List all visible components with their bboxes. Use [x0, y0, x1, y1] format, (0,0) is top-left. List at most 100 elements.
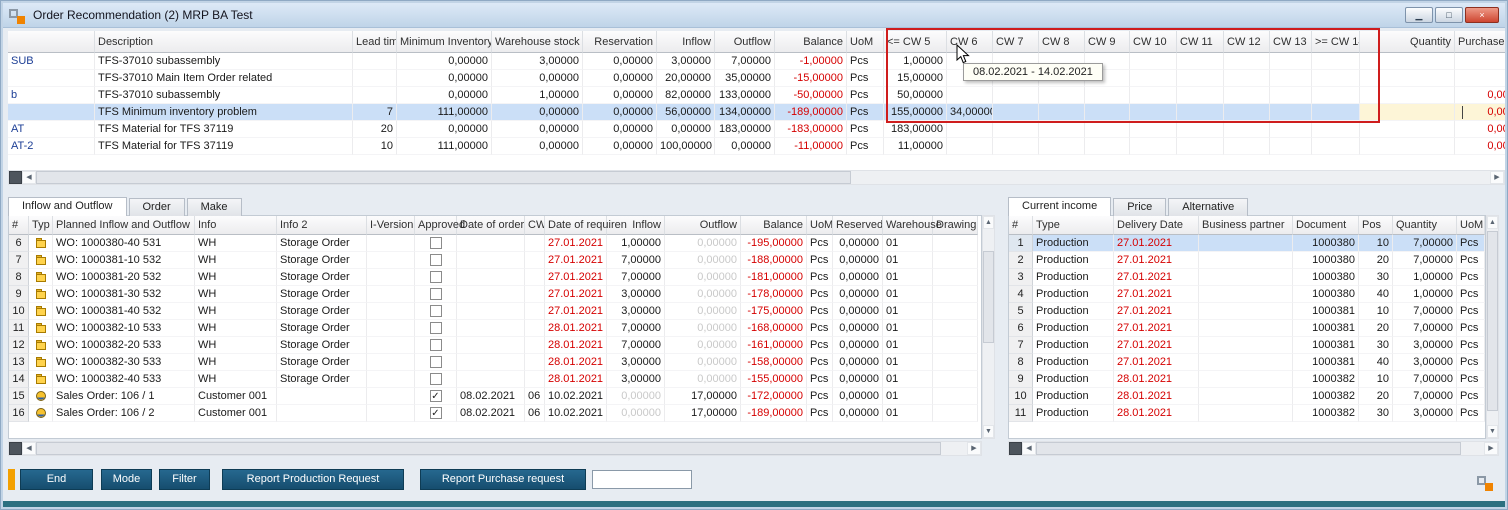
cell-document: 1000380: [1293, 235, 1359, 252]
cell-cw10: [1130, 138, 1177, 155]
current-income-row[interactable]: 1Production27.01.20211000380107,00000Pcs: [1009, 235, 1485, 252]
inflow-outflow-row[interactable]: 10WO: 1000381-40 532WHStorage Order27.01…: [9, 303, 978, 320]
item-row[interactable]: ATTFS Material for TFS 37119200,000000,0…: [8, 121, 1505, 138]
cell-date_of_order: [457, 320, 525, 337]
inflow-outflow-row[interactable]: 11WO: 1000382-10 533WHStorage Order28.01…: [9, 320, 978, 337]
tab-order[interactable]: Order: [129, 198, 185, 216]
cell-inflow: 3,00000: [607, 286, 665, 303]
scroll-up-icon[interactable]: ▲: [983, 216, 994, 229]
current-income-row[interactable]: 10Production28.01.20211000382207,00000Pc…: [1009, 388, 1485, 405]
current-income-row[interactable]: 7Production27.01.20211000381303,00000Pcs: [1009, 337, 1485, 354]
inflow-outflow-row[interactable]: 15Sales Order: 106 / 1Customer 001✓08.02…: [9, 388, 978, 405]
cell-uom: Pcs: [1457, 354, 1485, 371]
scroll-left-icon[interactable]: ◀: [22, 442, 36, 455]
approved-checkbox[interactable]: [430, 237, 442, 249]
minimize-button[interactable]: ▁: [1405, 7, 1433, 23]
cell-typ: [29, 388, 53, 405]
scrollbar-thumb[interactable]: [1487, 231, 1498, 411]
item-row[interactable]: TFS Minimum inventory problem7111,000000…: [8, 104, 1505, 121]
current-income-row[interactable]: 8Production27.01.20211000381403,00000Pcs: [1009, 354, 1485, 371]
scroll-left-icon[interactable]: ◀: [22, 171, 36, 184]
report-purchase-request-button[interactable]: Report Purchase request: [420, 469, 586, 490]
item-overview-grid: DescriptionLead timeMinimum InventoryWar…: [8, 31, 1505, 170]
current-income-row[interactable]: 2Production27.01.20211000380207,00000Pcs: [1009, 252, 1485, 269]
item-row[interactable]: TFS-37010 Main Item Order related0,00000…: [8, 70, 1505, 87]
scroll-right-icon[interactable]: ▶: [967, 442, 981, 455]
cell-outflow: 0,00000: [665, 320, 741, 337]
approved-checkbox[interactable]: [430, 254, 442, 266]
tab-make[interactable]: Make: [187, 198, 242, 216]
scrollbar-track[interactable]: [1487, 229, 1498, 425]
approved-checkbox[interactable]: ✓: [430, 407, 442, 419]
item-row[interactable]: SUBTFS-37010 subassembly0,000003,000000,…: [8, 53, 1505, 70]
approved-checkbox[interactable]: [430, 288, 442, 300]
cell-planned: WO: 1000381-30 532: [53, 286, 195, 303]
item-row[interactable]: AT-2TFS Material for TFS 3711910111,0000…: [8, 138, 1505, 155]
approved-checkbox[interactable]: [430, 339, 442, 351]
footer-input[interactable]: [592, 470, 692, 489]
cell-uom: Pcs: [1457, 388, 1485, 405]
inflow-outflow-row[interactable]: 9WO: 1000381-30 532WHStorage Order27.01.…: [9, 286, 978, 303]
current-income-row[interactable]: 3Production27.01.20211000380301,00000Pcs: [1009, 269, 1485, 286]
cell-balance: -172,00000: [741, 388, 807, 405]
tab-alternative[interactable]: Alternative: [1168, 198, 1248, 216]
left-vertical-scrollbar: ▲ ▼: [982, 215, 995, 439]
cell-type: Production: [1033, 405, 1114, 422]
grid-splitter[interactable]: [9, 171, 22, 184]
mode-button[interactable]: Mode: [101, 469, 152, 490]
current-income-row[interactable]: 4Production27.01.20211000380401,00000Pcs: [1009, 286, 1485, 303]
scrollbar-track[interactable]: [983, 229, 994, 425]
grid-splitter[interactable]: [1009, 442, 1022, 455]
inflow-outflow-row[interactable]: 13WO: 1000382-30 533WHStorage Order28.01…: [9, 354, 978, 371]
current-income-row[interactable]: 11Production28.01.20211000382303,00000Pc…: [1009, 405, 1485, 422]
scrollbar-thumb[interactable]: [1036, 442, 1461, 455]
approved-checkbox[interactable]: [430, 322, 442, 334]
maximize-button[interactable]: □: [1435, 7, 1463, 23]
filter-button[interactable]: Filter: [159, 469, 210, 490]
scroll-down-icon[interactable]: ▼: [1487, 425, 1498, 438]
current-income-row[interactable]: 6Production27.01.20211000381207,00000Pcs: [1009, 320, 1485, 337]
scroll-up-icon[interactable]: ▲: [1487, 216, 1498, 229]
tab-current-income[interactable]: Current income: [1008, 197, 1111, 216]
scroll-right-icon[interactable]: ▶: [1490, 171, 1504, 184]
approved-checkbox[interactable]: [430, 305, 442, 317]
cell-quantity: 3,00000: [1393, 354, 1457, 371]
tab-inflow-and-outflow[interactable]: Inflow and Outflow: [8, 197, 127, 216]
end-button[interactable]: End: [20, 469, 93, 490]
scrollbar-thumb[interactable]: [983, 251, 994, 343]
cell-outflow: 0,00000: [715, 138, 775, 155]
approved-checkbox[interactable]: [430, 356, 442, 368]
scroll-left-icon[interactable]: ◀: [1022, 442, 1036, 455]
scrollbar-track[interactable]: [1036, 442, 1484, 455]
item-row[interactable]: bTFS-37010 subassembly0,000001,000000,00…: [8, 87, 1505, 104]
column-header-document: Document: [1293, 216, 1359, 235]
cell-outflow: 0,00000: [665, 354, 741, 371]
approved-checkbox[interactable]: ✓: [430, 390, 442, 402]
scrollbar-thumb[interactable]: [36, 442, 941, 455]
approved-checkbox[interactable]: [430, 271, 442, 283]
inflow-outflow-row[interactable]: 14WO: 1000382-40 533WHStorage Order28.01…: [9, 371, 978, 388]
current-income-row[interactable]: 9Production28.01.20211000382107,00000Pcs: [1009, 371, 1485, 388]
report-production-request-button[interactable]: Report Production Request: [222, 469, 404, 490]
cell-cw12: [1224, 70, 1270, 87]
scrollbar-track[interactable]: [36, 171, 1490, 184]
work-order-icon: [35, 339, 47, 351]
approved-checkbox[interactable]: [430, 373, 442, 385]
inflow-outflow-row[interactable]: 8WO: 1000381-20 532WHStorage Order27.01.…: [9, 269, 978, 286]
inflow-outflow-row[interactable]: 16Sales Order: 106 / 2Customer 001✓08.02…: [9, 405, 978, 422]
inflow-outflow-row[interactable]: 7WO: 1000381-10 532WHStorage Order27.01.…: [9, 252, 978, 269]
inflow-outflow-row[interactable]: 6WO: 1000380-40 531WHStorage Order27.01.…: [9, 235, 978, 252]
scrollbar-thumb[interactable]: [36, 171, 851, 184]
cell-description: TFS Minimum inventory problem: [95, 104, 353, 121]
scroll-down-icon[interactable]: ▼: [983, 425, 994, 438]
grid-splitter[interactable]: [9, 442, 22, 455]
cell-description: TFS-37010 Main Item Order related: [95, 70, 353, 87]
current-income-row[interactable]: 5Production27.01.20211000381107,00000Pcs: [1009, 303, 1485, 320]
column-header-cw-10: CW 10: [1130, 31, 1177, 53]
tab-price[interactable]: Price: [1113, 198, 1166, 216]
cell-delivery_date: 28.01.2021: [1114, 405, 1199, 422]
inflow-outflow-row[interactable]: 12WO: 1000382-20 533WHStorage Order28.01…: [9, 337, 978, 354]
scrollbar-track[interactable]: [36, 442, 967, 455]
scroll-right-icon[interactable]: ▶: [1484, 442, 1498, 455]
close-button[interactable]: ×: [1465, 7, 1499, 23]
